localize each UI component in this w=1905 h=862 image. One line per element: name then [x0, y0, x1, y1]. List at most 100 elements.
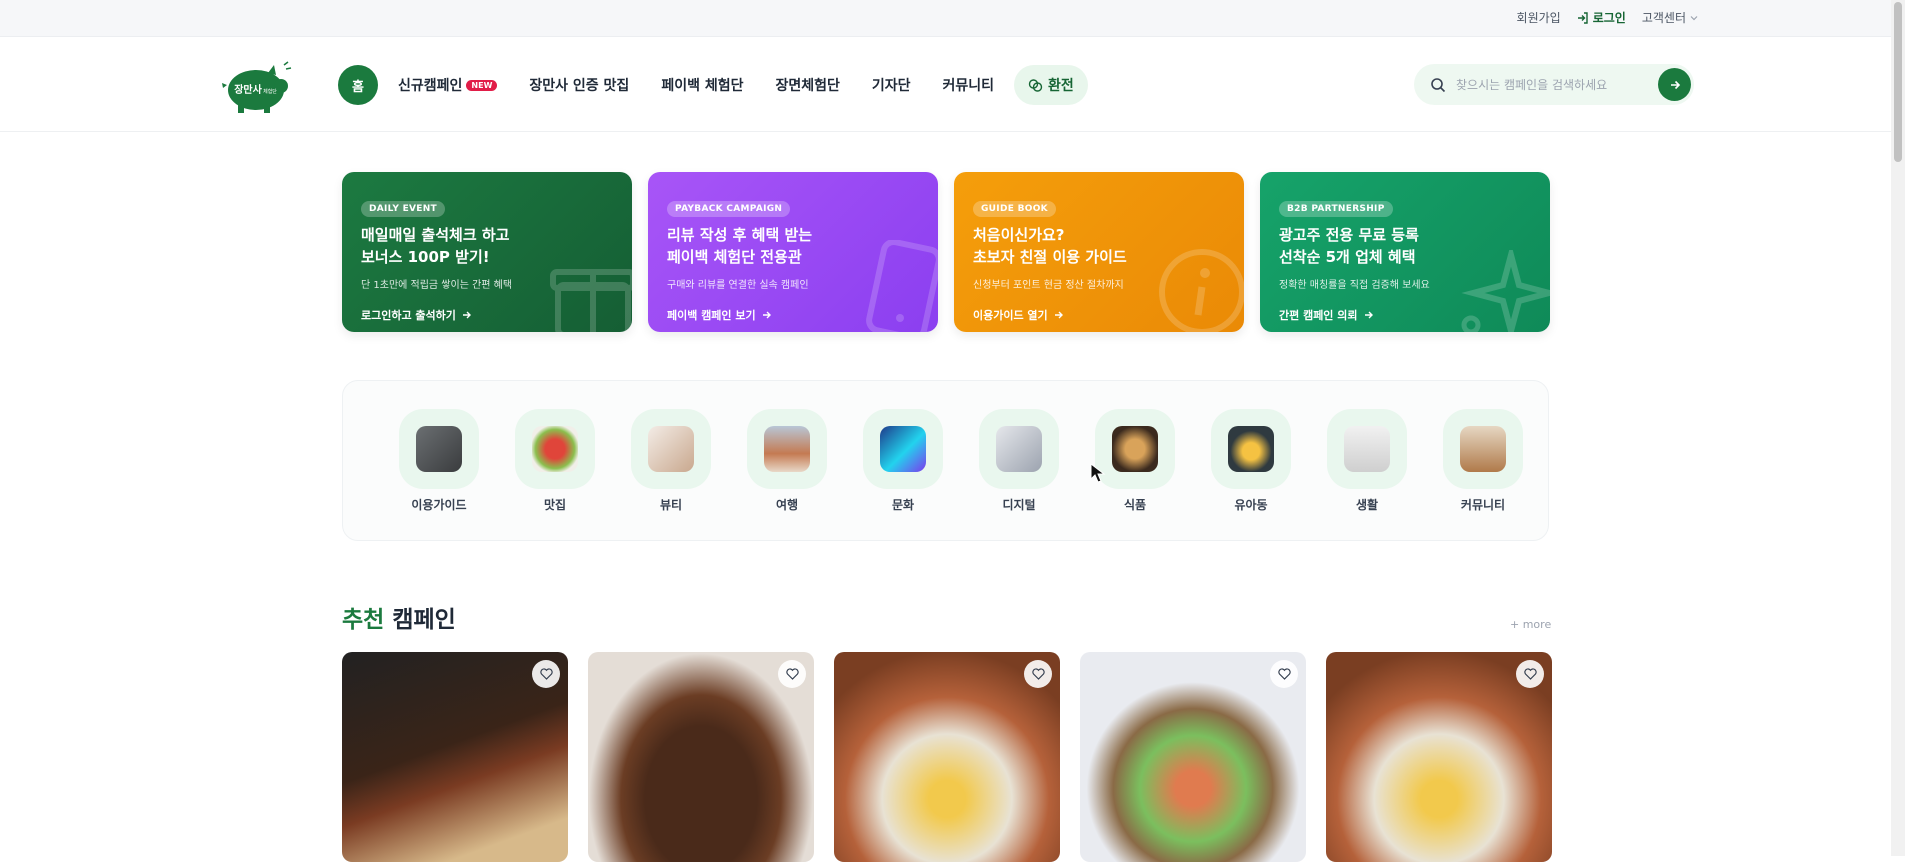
category-label: 뷰티 [659, 498, 683, 512]
category-thumbnail [880, 426, 926, 472]
search-icon [1431, 77, 1446, 92]
heart-icon [539, 668, 553, 680]
category-thumbnail [1344, 426, 1390, 472]
info-icon [1159, 249, 1244, 332]
campaign-card[interactable] [342, 652, 568, 862]
category-thumbnail [532, 426, 578, 472]
top-utility-bar: 회원가입 로그인 고객센터 [0, 0, 1905, 37]
search-submit-button[interactable] [1658, 68, 1691, 101]
favorite-button[interactable] [1516, 660, 1544, 688]
promo-banners: DAILY EVENT 매일매일 출석체크 하고 보너스 100P 받기! 단 1… [342, 172, 1550, 332]
nav-item-scene-experience[interactable]: 장면체험단 [775, 75, 839, 95]
category-digital[interactable]: 디지털 [961, 409, 1077, 540]
phone-icon [866, 240, 938, 332]
arrow-right-icon [1670, 80, 1680, 89]
category-label: 맛집 [543, 498, 567, 512]
category-label: 생활 [1355, 498, 1379, 512]
favorite-button[interactable] [1024, 660, 1052, 688]
campaign-card[interactable] [1080, 652, 1306, 862]
more-link[interactable]: + more [1510, 618, 1551, 631]
logo-text: 장만사 [234, 83, 262, 96]
favorite-button[interactable] [532, 660, 560, 688]
nav-item-new-campaign[interactable]: 신규캠페인 NEW [398, 75, 498, 95]
nav-item-certified-restaurant[interactable]: 장만사 인증 맛집 [529, 75, 629, 95]
category-beauty[interactable]: 뷰티 [613, 409, 729, 540]
category-culture[interactable]: 문화 [845, 409, 961, 540]
nav-item-payback[interactable]: 페이백 체험단 [661, 75, 743, 95]
category-panel: 이용가이드 맛집 뷰티 여행 문화 디지털 식품 유아동 생활 커뮤니티 [342, 380, 1549, 541]
category-thumbnail [996, 426, 1042, 472]
arrow-right-icon [762, 311, 771, 319]
category-label: 유아동 [1234, 498, 1268, 512]
campaign-cards [342, 652, 1552, 862]
category-label: 커뮤니티 [1460, 498, 1506, 512]
heart-icon [785, 668, 799, 680]
arrow-right-icon [1364, 311, 1373, 319]
login-label: 로그인 [1592, 11, 1626, 25]
nav-exchange-button[interactable]: 환전 [1014, 65, 1088, 105]
scrollbar-thumb[interactable] [1894, 2, 1902, 162]
heart-icon [1523, 668, 1537, 680]
utility-links: 회원가입 로그인 고객센터 [1517, 9, 1698, 26]
heart-icon [1031, 668, 1045, 680]
banner-tag: B2B PARTNERSHIP [1279, 201, 1393, 217]
category-travel[interactable]: 여행 [729, 409, 845, 540]
nav-item-label: 신규캠페인 [398, 78, 463, 94]
chevron-down-icon [1690, 15, 1698, 20]
category-living[interactable]: 생활 [1309, 409, 1425, 540]
banner-b2b-partnership[interactable]: B2B PARTNERSHIP 광고주 전용 무료 등록 선착순 5개 업체 혜택… [1260, 172, 1550, 332]
exchange-icon [1028, 78, 1043, 92]
customer-center-menu[interactable]: 고객센터 [1642, 9, 1698, 26]
main-header: 장만사 체험단 홈 신규캠페인 NEW 장만사 인증 맛집 페이백 체험단 장면… [0, 37, 1905, 132]
category-thumbnail [416, 426, 462, 472]
nav-home-button[interactable]: 홈 [338, 65, 378, 105]
campaign-card[interactable] [588, 652, 814, 862]
search-input[interactable] [1456, 77, 1656, 92]
section-title-rest: 캠페인 [384, 607, 456, 633]
sparkle-icon [1461, 250, 1550, 332]
logo-subtext: 체험단 [263, 88, 277, 95]
campaign-card[interactable] [1326, 652, 1552, 862]
arrow-right-icon [462, 311, 471, 319]
nav-item-community[interactable]: 커뮤니티 [943, 75, 995, 95]
arrow-right-icon [1054, 311, 1063, 319]
signup-link[interactable]: 회원가입 [1517, 9, 1561, 26]
mouse-cursor-icon [1090, 463, 1106, 483]
nav-item-reporters[interactable]: 기자단 [872, 75, 911, 95]
page-scrollbar[interactable] [1891, 0, 1905, 856]
category-thumbnail [1460, 426, 1506, 472]
banner-tag: GUIDE BOOK [973, 201, 1056, 217]
new-badge: NEW [466, 79, 498, 91]
banner-daily-event[interactable]: DAILY EVENT 매일매일 출석체크 하고 보너스 100P 받기! 단 1… [342, 172, 632, 332]
banner-tag: PAYBACK CAMPAIGN [667, 201, 791, 217]
category-restaurant[interactable]: 맛집 [497, 409, 613, 540]
category-guide[interactable]: 이용가이드 [381, 409, 497, 540]
main-nav: 홈 신규캠페인 NEW 장만사 인증 맛집 페이백 체험단 장면체험단 기자단 … [338, 65, 1088, 105]
login-icon [1577, 11, 1588, 24]
category-label: 식품 [1123, 498, 1147, 512]
banner-guide-book[interactable]: GUIDE BOOK 처음이신가요? 초보자 친절 이용 가이드 신청부터 포인트… [954, 172, 1244, 332]
category-thumbnail [1112, 426, 1158, 472]
exchange-label: 환전 [1048, 78, 1074, 94]
section-title-highlight: 추천 [342, 607, 385, 633]
favorite-button[interactable] [1270, 660, 1298, 688]
favorite-button[interactable] [778, 660, 806, 688]
customer-center-label: 고객센터 [1641, 11, 1686, 25]
site-logo[interactable]: 장만사 체험단 [218, 59, 294, 115]
banner-payback-campaign[interactable]: PAYBACK CAMPAIGN 리뷰 작성 후 혜택 받는 페이백 체험단 전용… [648, 172, 938, 332]
category-thumbnail [1228, 426, 1274, 472]
category-thumbnail [648, 426, 694, 472]
section-title: 추천 캠페인 [342, 600, 456, 634]
gift-icon [550, 269, 632, 332]
category-label: 문화 [891, 498, 915, 512]
category-community[interactable]: 커뮤니티 [1425, 409, 1541, 540]
search-bar [1414, 64, 1694, 105]
category-label: 디지털 [1002, 498, 1036, 512]
category-label: 이용가이드 [411, 498, 467, 512]
category-thumbnail [764, 426, 810, 472]
category-label: 여행 [775, 498, 799, 512]
category-kids[interactable]: 유아동 [1193, 409, 1309, 540]
campaign-card[interactable] [834, 652, 1060, 862]
login-link[interactable]: 로그인 [1577, 9, 1626, 26]
heart-icon [1277, 668, 1291, 680]
